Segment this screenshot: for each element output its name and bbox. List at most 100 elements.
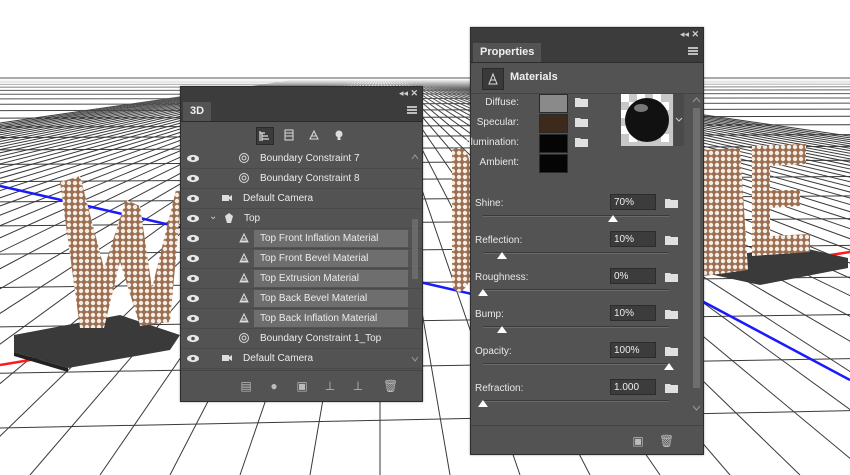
- slider-track[interactable]: [483, 252, 669, 254]
- material-filter-icon[interactable]: [306, 127, 322, 143]
- slider-value-field[interactable]: 10%: [610, 231, 656, 247]
- texture-folder-icon[interactable]: [665, 383, 678, 393]
- color-swatch[interactable]: [539, 154, 568, 173]
- layer-label: Default Camera: [243, 193, 314, 204]
- layer-row[interactable]: Top Back Inflation Material: [181, 309, 422, 329]
- slider-value-field[interactable]: 0%: [610, 268, 656, 284]
- color-swatch[interactable]: [539, 114, 568, 133]
- material-icon: [239, 292, 249, 303]
- visibility-eye-icon[interactable]: [186, 154, 200, 163]
- slider-value-field[interactable]: 70%: [610, 194, 656, 210]
- slider-track[interactable]: [483, 400, 669, 402]
- layer-label: Top Extrusion Material: [260, 273, 359, 284]
- visibility-eye-icon[interactable]: [186, 334, 200, 343]
- layer-row[interactable]: Boundary Constraint 7: [181, 149, 422, 169]
- texture-folder-icon[interactable]: [575, 137, 588, 147]
- constraint-icon: [239, 173, 249, 183]
- render-icon[interactable]: ▣: [631, 434, 645, 448]
- camera-icon: [222, 355, 232, 361]
- slider-thumb[interactable]: [608, 215, 619, 222]
- layer-row[interactable]: Boundary Constraint 8: [181, 169, 422, 189]
- layer-row[interactable]: Default Camera: [181, 189, 422, 209]
- render-icon[interactable]: ▣: [295, 379, 309, 393]
- slider-thumb[interactable]: [478, 400, 488, 407]
- mesh-filter-icon[interactable]: [281, 127, 297, 143]
- slider-track[interactable]: [483, 363, 669, 365]
- texture-folder-icon[interactable]: [575, 117, 588, 127]
- preview-dropdown-icon[interactable]: [674, 94, 684, 146]
- tab-properties[interactable]: Properties: [473, 43, 542, 62]
- slider-value-field[interactable]: 10%: [610, 305, 656, 321]
- delete-icon[interactable]: 🗑: [659, 434, 674, 448]
- visibility-eye-icon[interactable]: [186, 194, 200, 203]
- layer-row[interactable]: Top Extrusion Material: [181, 269, 422, 289]
- slider-value-field[interactable]: 100%: [610, 342, 656, 358]
- slider-track[interactable]: [483, 289, 669, 291]
- layer-row[interactable]: Top Front Bevel Material: [181, 249, 422, 269]
- panel-menu-icon[interactable]: [407, 106, 417, 114]
- layer-list-scrollbar[interactable]: [410, 149, 420, 369]
- slider-label: Refraction:: [475, 383, 524, 394]
- visibility-eye-icon[interactable]: [186, 354, 200, 363]
- collapse-icon[interactable]: ◂◂: [399, 88, 408, 99]
- visibility-eye-icon[interactable]: [186, 274, 200, 283]
- 3d-filter-toolbar: [181, 122, 422, 150]
- material-slider-row: Refraction: 1.000: [471, 379, 691, 416]
- section-title: Materials: [510, 71, 558, 83]
- 3d-scene-canvas[interactable]: [0, 0, 850, 475]
- drop-to-ground-icon[interactable]: ⊥: [323, 379, 337, 393]
- material-icon: [239, 232, 249, 243]
- close-icon[interactable]: ✕: [691, 29, 699, 40]
- close-icon[interactable]: ✕: [410, 88, 418, 99]
- layer-row[interactable]: Boundary Constraint 1_Top: [181, 329, 422, 349]
- light-filter-icon[interactable]: [331, 127, 347, 143]
- scene-filter-icon[interactable]: [256, 127, 274, 145]
- layer-row[interactable]: Top Front Inflation Material: [181, 229, 422, 249]
- visibility-eye-icon[interactable]: [186, 314, 200, 323]
- channel-label: Ambient:: [479, 157, 519, 168]
- delete-icon[interactable]: 🗑: [383, 379, 398, 393]
- visibility-eye-icon[interactable]: [186, 294, 200, 303]
- layer-row[interactable]: Default Camera: [181, 349, 422, 369]
- slider-track[interactable]: [483, 326, 669, 328]
- slider-thumb[interactable]: [496, 326, 507, 333]
- slider-track[interactable]: [483, 215, 669, 217]
- collapse-icon[interactable]: ◂◂: [680, 29, 689, 40]
- visibility-eye-icon[interactable]: [186, 254, 200, 263]
- panel-title-bar[interactable]: ◂◂ ✕: [181, 87, 422, 101]
- visibility-eye-icon[interactable]: [186, 214, 200, 223]
- channel-label: Illumination:: [465, 137, 519, 148]
- visibility-eye-icon[interactable]: [186, 234, 200, 243]
- panel-menu-icon[interactable]: [688, 47, 698, 55]
- texture-folder-icon[interactable]: [665, 235, 678, 245]
- material-icon: [239, 312, 249, 323]
- 3d-layer-list[interactable]: Boundary Constraint 7 Boundary Constraint…: [181, 149, 422, 369]
- visibility-eye-icon[interactable]: [186, 174, 200, 183]
- constraint-icon: [239, 153, 249, 163]
- slider-thumb[interactable]: [478, 289, 488, 296]
- new-light-icon[interactable]: ●: [267, 379, 281, 393]
- layer-row[interactable]: Top Back Bevel Material: [181, 289, 422, 309]
- mesh-icon: [225, 213, 233, 223]
- texture-folder-icon[interactable]: [665, 272, 678, 282]
- texture-folder-icon[interactable]: [665, 346, 678, 356]
- layer-label: Top Back Inflation Material: [260, 313, 378, 324]
- texture-folder-icon[interactable]: [575, 97, 588, 107]
- slider-value-field[interactable]: 1.000: [610, 379, 656, 395]
- texture-folder-icon[interactable]: [665, 309, 678, 319]
- layer-label: Boundary Constraint 7: [260, 153, 360, 164]
- material-slider-row: Roughness: 0%: [471, 268, 691, 305]
- panel-title-bar[interactable]: ◂◂ ✕: [471, 28, 703, 42]
- color-swatch[interactable]: [539, 94, 568, 113]
- material-preview[interactable]: [621, 94, 673, 146]
- tab-3d[interactable]: 3D: [183, 102, 212, 121]
- color-swatch[interactable]: [539, 134, 568, 153]
- new-mesh-icon[interactable]: ▤: [239, 379, 253, 393]
- properties-scrollbar[interactable]: [691, 94, 702, 414]
- slider-thumb[interactable]: [496, 252, 507, 259]
- layer-row[interactable]: ⌄ Top: [181, 209, 422, 229]
- expand-chevron-icon[interactable]: ⌄: [209, 211, 217, 222]
- new-constraint-icon[interactable]: ⊥: [351, 379, 365, 393]
- slider-thumb[interactable]: [664, 363, 674, 370]
- texture-folder-icon[interactable]: [665, 198, 678, 208]
